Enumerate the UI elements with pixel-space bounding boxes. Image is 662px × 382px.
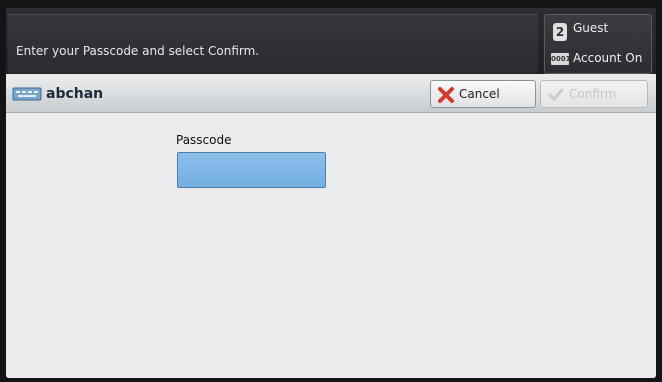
cancel-x-icon — [438, 87, 454, 103]
guest-label: Guest — [573, 21, 609, 35]
confirm-button[interactable]: Confirm — [540, 80, 648, 108]
header-bar: Enter your Passcode and select Confirm. … — [6, 8, 656, 74]
user-name: abchan — [46, 86, 104, 102]
checkmark-icon — [548, 88, 564, 102]
touch-screen: Enter your Passcode and select Confirm. … — [6, 8, 656, 378]
guest-icon: 2 — [553, 23, 567, 41]
counter-icon: 0001 — [551, 53, 571, 65]
confirm-label: Confirm — [569, 87, 617, 101]
passcode-label: Passcode — [176, 133, 232, 147]
title-bar: abchan Cancel Confirm — [6, 78, 656, 113]
cancel-button[interactable]: Cancel — [430, 80, 536, 108]
message-panel: Enter your Passcode and select Confirm. — [8, 14, 538, 73]
instruction-message: Enter your Passcode and select Confirm. — [16, 44, 260, 58]
device-bezel: Enter your Passcode and select Confirm. … — [0, 0, 662, 382]
account-status-button[interactable]: 2 Guest 0001 Account On — [544, 14, 652, 74]
account-label: Account On — [573, 51, 643, 65]
passcode-form: Passcode — [6, 113, 656, 378]
passcode-input[interactable] — [177, 152, 326, 188]
cancel-label: Cancel — [459, 87, 500, 101]
user-keyboard-icon — [12, 87, 42, 101]
